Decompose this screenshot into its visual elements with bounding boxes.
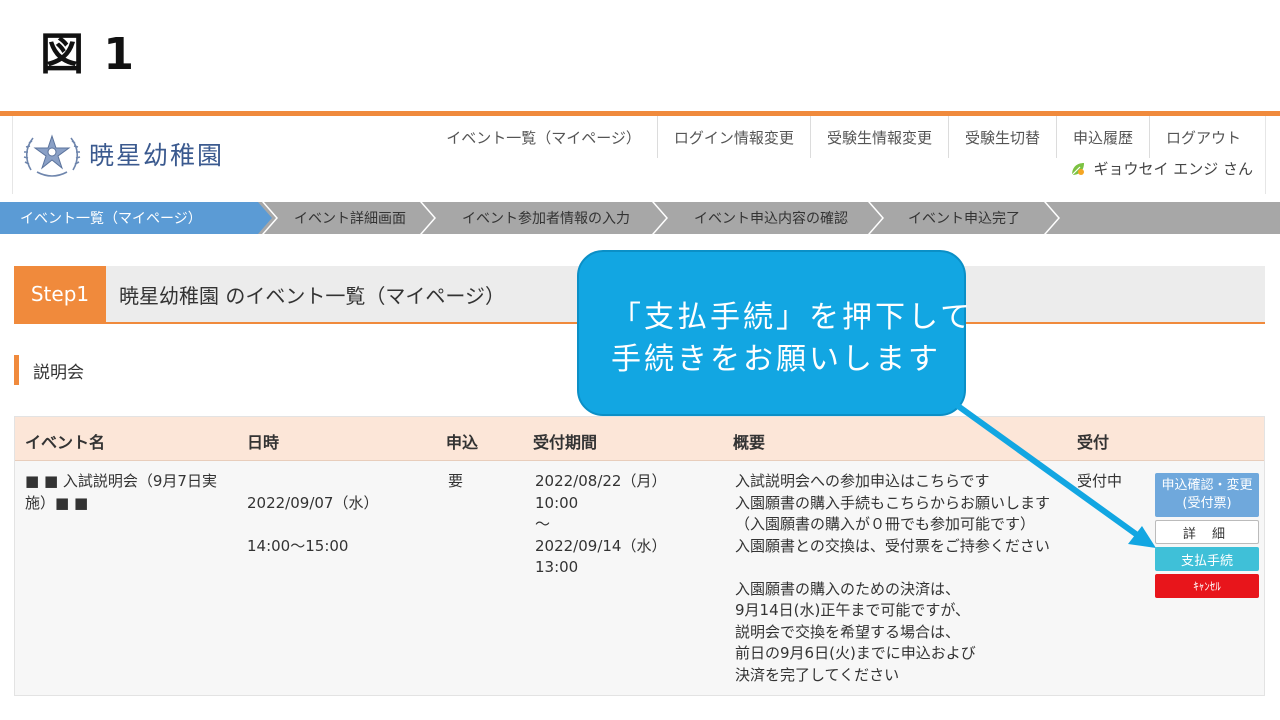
status-badge: 受付中 (1077, 472, 1123, 490)
section-heading: 説明会 (14, 355, 84, 385)
main-nav: イベント一覧（マイページ） ログイン情報変更 受験生情報変更 受験生切替 申込履… (430, 116, 1257, 158)
col-period: 受付期間 (533, 433, 598, 452)
col-status: 受付 (1077, 433, 1110, 452)
callout-line-1: 「支払手続」を押下して (611, 300, 974, 335)
nav-logout[interactable]: ログアウト (1148, 116, 1257, 158)
progress-steps: イベント一覧（マイページ） イベント詳細画面 イベント参加者情報の入力 イベント… (0, 202, 1280, 234)
user-name: ギョウセイ エンジ さん (1093, 160, 1253, 178)
application-required: 要 (448, 472, 464, 490)
user-info: ギョウセイ エンジ さん (1069, 158, 1253, 179)
col-summary: 概要 (733, 433, 766, 452)
table-row: ■ ■ 入試説明会（9月7日実施）■ ■ 2022/09/07（水） 14:00… (15, 461, 1264, 695)
instruction-callout: 「支払手続」を押下して 手続きをお願いします (577, 250, 970, 416)
step-badge: Step1 (14, 266, 106, 322)
callout-line-2: 手続きをお願いします (611, 342, 941, 377)
col-application: 申込 (446, 433, 479, 452)
table-header: イベント名 日時 申込 受付期間 概要 受付 (15, 417, 1264, 461)
col-event-name: イベント名 (25, 433, 106, 452)
reception-period: 2022/08/22（月） 10:00 〜 2022/09/14（水） 13:0… (535, 472, 667, 576)
detail-button[interactable]: 詳 細 (1155, 520, 1259, 544)
pay-button[interactable]: 支払手続 (1155, 547, 1259, 571)
step-event-list: イベント一覧（マイページ） (20, 211, 202, 227)
nav-examinee-info[interactable]: 受験生情報変更 (809, 116, 948, 158)
step-participant-input: イベント参加者情報の入力 (462, 211, 630, 227)
crest-icon (23, 134, 81, 177)
cancel-button[interactable]: ｷｬﾝｾﾙ (1155, 574, 1259, 598)
site-logo[interactable]: 暁星幼稚園 (21, 128, 224, 180)
nav-history[interactable]: 申込履歴 (1055, 116, 1149, 158)
nav-event-list[interactable]: イベント一覧（マイページ） (430, 116, 657, 158)
logo-text: 暁星幼稚園 (89, 141, 225, 170)
page-title: 暁星幼稚園 のイベント一覧（マイページ） (119, 284, 505, 308)
figure-label: 図 1 (40, 29, 136, 80)
nav-login-info[interactable]: ログイン情報変更 (656, 116, 810, 158)
step-complete: イベント申込完了 (908, 211, 1020, 227)
confirm-change-button[interactable]: 申込確認・変更 (受付票) (1155, 473, 1259, 517)
nav-switch-examinee[interactable]: 受験生切替 (947, 116, 1056, 158)
event-table: イベント名 日時 申込 受付期間 概要 受付 ■ ■ 入試説明会（9月7日実施）… (14, 416, 1265, 696)
event-summary: 入試説明会への参加申込はこちらです 入園願書の購入手続もこちらからお願いします … (735, 472, 1051, 684)
event-name: ■ ■ 入試説明会（9月7日実施）■ ■ (25, 472, 217, 512)
event-datetime: 2022/09/07（水） 14:00〜15:00 (247, 493, 379, 555)
site-header: 暁星幼稚園 イベント一覧（マイページ） ログイン情報変更 受験生情報変更 受験生… (12, 116, 1266, 194)
section-title: 説明会 (33, 362, 84, 383)
step-confirm: イベント申込内容の確認 (694, 211, 848, 227)
section-accent-bar (14, 355, 19, 385)
col-datetime: 日時 (247, 433, 280, 452)
leaf-icon (1072, 162, 1085, 175)
step-event-detail: イベント詳細画面 (294, 211, 406, 227)
